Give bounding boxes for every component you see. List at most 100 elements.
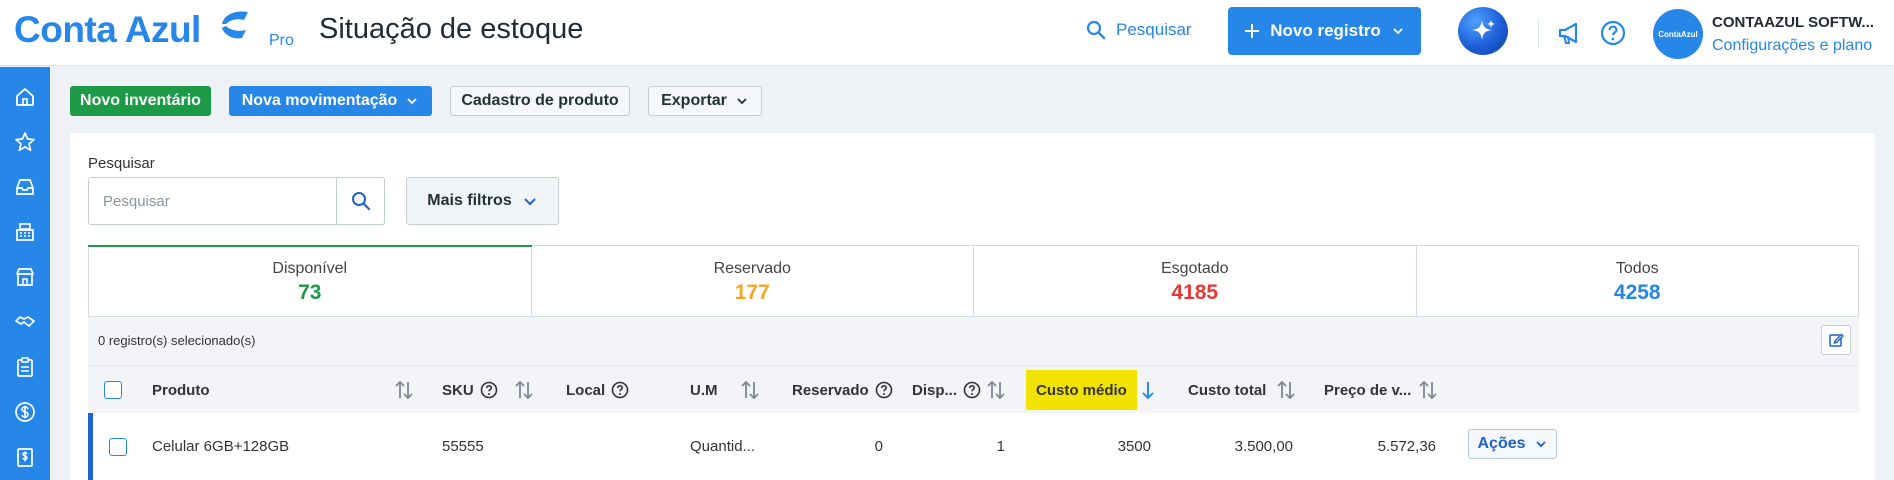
sort-icon[interactable] [1276,379,1296,401]
sort-icon[interactable] [394,379,414,401]
chevron-down-icon [1393,28,1403,35]
tab-esgotado[interactable]: Esgotado 4185 [974,246,1417,316]
stat-value: 177 [734,281,770,304]
plan-badge: Pro [269,32,294,49]
help-icon[interactable] [963,381,981,399]
sort-desc-icon[interactable] [1140,379,1156,401]
col-custo-medio[interactable]: Custo médio [1026,366,1137,414]
bulk-edit-button[interactable] [1821,325,1851,355]
actions-label: Ações [1477,435,1526,452]
col-custo-total[interactable]: Custo total [1188,366,1266,414]
col-produto[interactable]: Produto [152,366,210,414]
store-icon[interactable] [10,262,40,292]
search-input[interactable] [89,178,336,224]
dollar-icon[interactable] [10,397,40,427]
col-um[interactable]: U.M [690,366,718,414]
new-record-label: Novo registro [1270,21,1381,40]
stat-value: 73 [298,281,322,304]
product-register-button[interactable]: Cadastro de produto [450,86,630,116]
sort-icon[interactable] [986,379,1006,401]
top-header: Conta Azul Pro Situação de estoque Pesqu… [0,0,1894,66]
tab-todos[interactable]: Todos 4258 [1417,246,1859,316]
product-register-label: Cadastro de produto [461,92,619,109]
col-preco-venda[interactable]: Preço de v... [1324,366,1411,414]
search-icon [1086,20,1106,40]
sidebar [0,67,50,480]
cell-um: Quantid... [690,438,756,455]
invoice-icon[interactable] [10,442,40,472]
global-search-label: Pesquisar [1116,20,1192,39]
conta-azul-logo[interactable]: Conta Azul [14,10,201,50]
help-icon[interactable] [1600,20,1626,46]
logo-mark-icon [222,11,248,39]
global-search-link[interactable]: Pesquisar [1086,20,1192,40]
cell-preco-venda: 5.572,36 [1377,438,1436,455]
company-avatar[interactable]: ContaAzul [1653,9,1703,59]
cell-custo-medio: 3500 [1117,438,1151,455]
search-label: Pesquisar [88,155,155,172]
logo-text: Conta Azul [14,9,201,50]
stat-label: Todos [1615,260,1659,277]
help-icon[interactable] [480,381,498,399]
tab-reservado[interactable]: Reservado 177 [532,246,974,316]
tab-disponivel[interactable]: Disponível 73 [88,245,532,316]
sort-icon[interactable] [514,379,534,401]
new-inventory-label: Novo inventário [80,92,201,109]
megaphone-icon[interactable] [1556,19,1584,47]
cell-custo-total: 3.500,00 [1234,438,1293,455]
col-disponivel[interactable]: Disp... [912,366,981,414]
clipboard-icon[interactable] [10,352,40,382]
actions-button[interactable]: Ações [1468,429,1557,459]
handshake-icon[interactable] [10,307,40,337]
chevron-down-icon [407,98,417,105]
export-button[interactable]: Exportar [648,86,762,116]
cash-register-icon[interactable] [10,217,40,247]
sparkle-icon [1472,20,1495,40]
search-submit-button[interactable] [336,178,384,224]
star-icon[interactable] [10,127,40,157]
chevron-down-icon [524,198,536,206]
selection-bar: 0 registro(s) selecionado(s) [88,317,1859,365]
company-name: CONTAAZUL SOFTW... [1712,14,1874,31]
chevron-down-icon [737,98,747,105]
search-icon [351,192,370,211]
stat-value: 4185 [1171,281,1219,304]
stat-label: Esgotado [1160,260,1229,277]
new-movement-label: Nova movimentação [241,92,398,109]
cell-disponivel: 1 [996,438,1005,455]
col-sku[interactable]: SKU [442,366,498,414]
config-plan-link[interactable]: Configurações e plano [1712,37,1872,55]
stat-label: Disponível [272,260,348,277]
stock-panel: Pesquisar Mais filtros Disponível 73 Res… [70,133,1875,480]
table-header: Produto SKU Local U.M Reservado Disp... … [88,365,1859,413]
help-icon[interactable] [611,381,629,399]
stat-value: 4258 [1613,281,1661,304]
new-movement-button[interactable]: Nova movimentação [229,86,432,116]
select-all-checkbox[interactable] [104,366,122,414]
new-record-button[interactable]: Novo registro [1228,7,1421,55]
inbox-icon[interactable] [10,172,40,202]
help-icon[interactable] [875,381,893,399]
new-inventory-button[interactable]: Novo inventário [70,86,211,116]
edit-icon [1829,333,1844,347]
export-label: Exportar [661,92,727,109]
chevron-down-icon [1535,441,1546,448]
sort-icon[interactable] [1418,379,1438,401]
row-checkbox[interactable] [109,413,127,480]
page-title: Situação de estoque [319,13,584,45]
stat-label: Reservado [713,260,791,277]
sort-icon[interactable] [740,379,760,401]
plus-icon [1245,24,1260,38]
cell-reservado: 0 [874,438,883,455]
table-row[interactable]: Celular 6GB+128GB 55555 Quantid... 0 1 3… [88,413,1859,480]
header-divider [1538,18,1539,48]
more-filters-label: Mais filtros [427,192,512,209]
col-local[interactable]: Local [566,366,629,414]
more-filters-button[interactable]: Mais filtros [406,177,559,225]
col-reservado[interactable]: Reservado [792,366,893,414]
search-box [88,177,385,225]
ai-assistant-button[interactable] [1458,7,1508,55]
cell-sku: 55555 [442,438,484,455]
home-icon[interactable] [10,82,40,112]
cell-produto: Celular 6GB+128GB [152,438,290,455]
